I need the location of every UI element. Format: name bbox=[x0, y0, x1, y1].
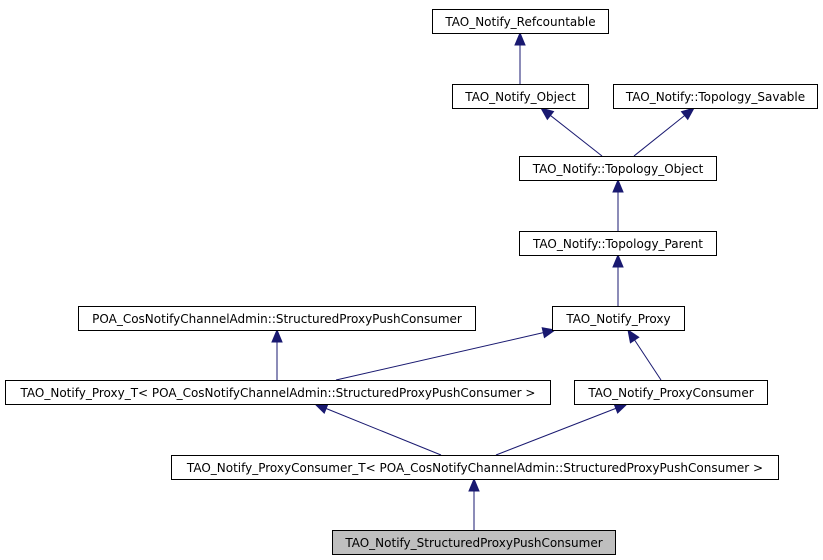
arrowhead-icon bbox=[514, 31, 526, 46]
arrowhead-icon bbox=[612, 178, 624, 193]
inheritance-edge-proxy_consumer_t-to-proxy_consumer bbox=[495, 403, 629, 456]
arrowhead-icon bbox=[468, 477, 480, 492]
class-label: TAO_Notify_Proxy_T< POA_CosNotifyChannel… bbox=[20, 386, 536, 400]
class-label: TAO_Notify::Topology_Parent bbox=[532, 237, 703, 251]
arrowhead-icon bbox=[313, 403, 329, 415]
edge-line bbox=[495, 407, 616, 456]
class-node-proxy[interactable]: TAO_Notify_Proxy bbox=[552, 306, 685, 331]
nodes-layer: TAO_Notify_Refcountable TAO_Notify_Object… bbox=[5, 9, 818, 555]
class-label: TAO_Notify_StructuredProxyPushConsumer bbox=[344, 536, 602, 550]
class-label: POA_CosNotifyChannelAdmin::StructuredPro… bbox=[92, 312, 462, 326]
arrowhead-icon bbox=[612, 253, 624, 268]
inheritance-edge-structured_ppc-to-proxy_consumer_t bbox=[468, 477, 480, 530]
class-node-structured_ppc: TAO_Notify_StructuredProxyPushConsumer bbox=[332, 530, 616, 555]
inheritance-edge-proxy_t-to-proxy bbox=[335, 327, 557, 381]
class-node-poa_structured[interactable]: POA_CosNotifyChannelAdmin::StructuredPro… bbox=[78, 306, 476, 331]
class-node-object[interactable]: TAO_Notify_Object bbox=[452, 84, 589, 109]
edge-line bbox=[325, 408, 442, 456]
edge-line bbox=[633, 115, 685, 157]
class-label: TAO_Notify_Object bbox=[464, 90, 576, 104]
inheritance-edge-topology_object-to-object bbox=[539, 107, 603, 157]
class-label: TAO_Notify_ProxyConsumer bbox=[587, 386, 753, 400]
inheritance-edge-proxy_t-to-poa_structured bbox=[271, 328, 283, 380]
inheritance-edge-proxy-to-topology_parent bbox=[612, 253, 624, 306]
edge-line bbox=[634, 339, 662, 381]
class-node-topology_savable[interactable]: TAO_Notify::Topology_Savable bbox=[613, 84, 818, 109]
arrowhead-icon bbox=[613, 403, 629, 414]
class-label: TAO_Notify_Refcountable bbox=[444, 15, 595, 29]
inheritance-edge-object-to-refcountable bbox=[514, 31, 526, 84]
edge-line bbox=[550, 115, 603, 157]
class-label: TAO_Notify::Topology_Savable bbox=[625, 90, 805, 104]
arrowhead-icon bbox=[627, 328, 640, 344]
inheritance-diagram: TAO_Notify_Refcountable TAO_Notify_Object… bbox=[5, 9, 818, 555]
class-node-proxy_consumer_t[interactable]: TAO_Notify_ProxyConsumer_T< POA_CosNotif… bbox=[171, 455, 779, 480]
class-label: TAO_Notify_ProxyConsumer_T< POA_CosNotif… bbox=[186, 461, 763, 475]
arrowhead-icon bbox=[539, 107, 555, 121]
arrowhead-icon bbox=[271, 328, 283, 343]
class-node-proxy_t[interactable]: TAO_Notify_Proxy_T< POA_CosNotifyChannel… bbox=[5, 380, 551, 405]
inheritance-edge-topology_object-to-topology_savable bbox=[633, 107, 696, 157]
inheritance-edge-topology_parent-to-topology_object bbox=[612, 178, 624, 231]
inheritance-edge-proxy_consumer_t-to-proxy_t bbox=[313, 403, 442, 456]
class-node-proxy_consumer[interactable]: TAO_Notify_ProxyConsumer bbox=[574, 380, 768, 405]
arrowhead-icon bbox=[680, 107, 696, 121]
class-node-refcountable[interactable]: TAO_Notify_Refcountable bbox=[432, 9, 609, 34]
class-node-topology_parent[interactable]: TAO_Notify::Topology_Parent bbox=[519, 231, 717, 256]
class-node-topology_object[interactable]: TAO_Notify::Topology_Object bbox=[519, 156, 717, 181]
class-label: TAO_Notify_Proxy bbox=[565, 312, 670, 326]
edge-line bbox=[335, 332, 544, 381]
inheritance-edge-proxy_consumer-to-proxy bbox=[627, 328, 662, 381]
class-label: TAO_Notify::Topology_Object bbox=[532, 162, 704, 176]
